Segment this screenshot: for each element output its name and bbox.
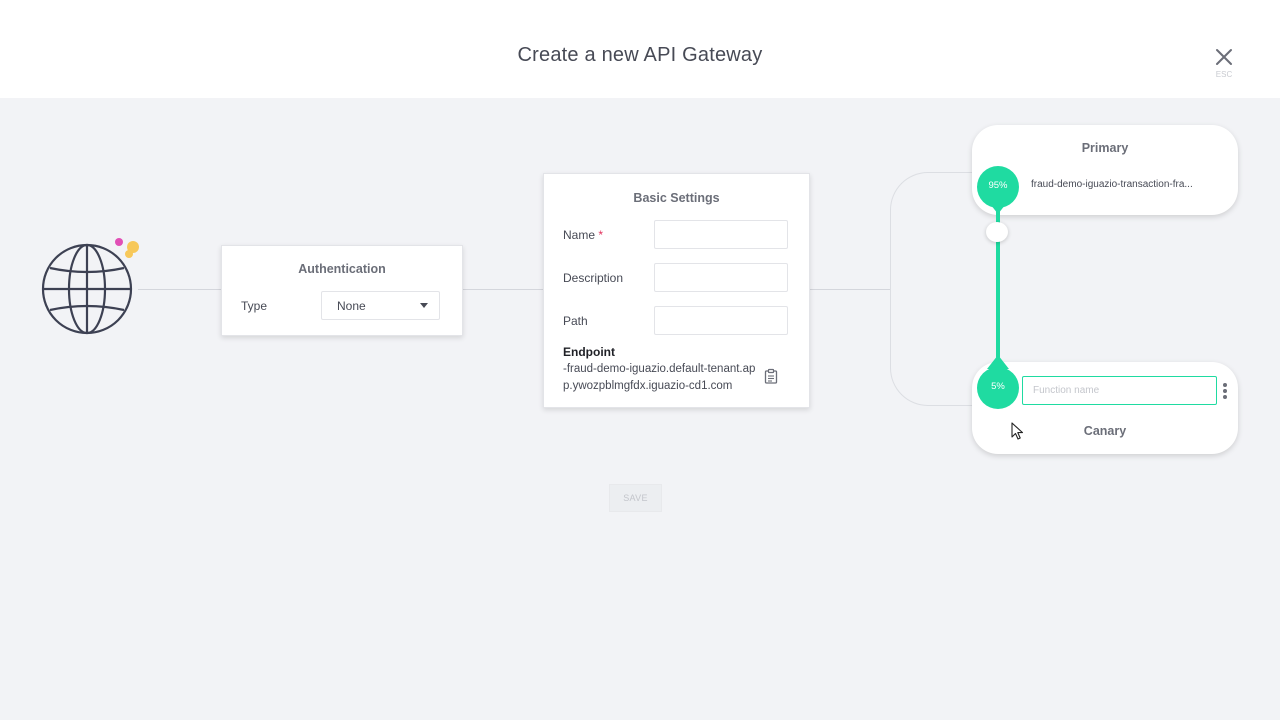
endpoint-label: Endpoint [563,345,615,359]
name-input[interactable] [654,220,788,249]
connector-line [138,289,222,290]
path-label: Path [563,314,588,328]
esc-hint: ESC [1215,70,1233,79]
description-label: Description [563,271,624,285]
path-input[interactable] [654,306,788,335]
globe-icon [41,238,139,335]
canary-percent-pin: 5% [977,367,1019,409]
close-icon[interactable] [1210,44,1238,72]
endpoint-value: -fraud-demo-iguazio.default-tenant.app.y… [563,363,756,392]
copy-icon[interactable] [763,368,779,384]
name-label-text: Name [563,228,596,242]
connector-line [461,289,544,290]
basic-settings-title: Basic Settings [633,191,720,205]
auth-type-value: None [337,299,366,313]
save-button[interactable]: SAVE [609,484,662,512]
modal-header: Create a new API Gateway ESC [0,0,1280,98]
function-name-input[interactable] [1022,376,1217,405]
description-input[interactable] [654,263,788,292]
traffic-split-handle[interactable] [986,222,1008,242]
connector-line [808,289,890,290]
caret-down-icon [420,303,428,308]
primary-function-name: fraud-demo-iguazio-transaction-fra... [1031,179,1193,190]
mouse-cursor [1011,422,1024,440]
authentication-title: Authentication [298,262,386,276]
kebab-menu-icon[interactable] [1220,382,1230,400]
primary-percent-pin: 95% [977,166,1019,208]
primary-title: Primary [1081,141,1129,155]
required-mark: * [598,228,604,242]
close-button[interactable] [1210,44,1238,72]
name-label: Name * [563,228,603,242]
page-title: Create a new API Gateway [517,44,763,66]
auth-type-select[interactable]: None [321,291,440,320]
type-label: Type [241,299,268,313]
